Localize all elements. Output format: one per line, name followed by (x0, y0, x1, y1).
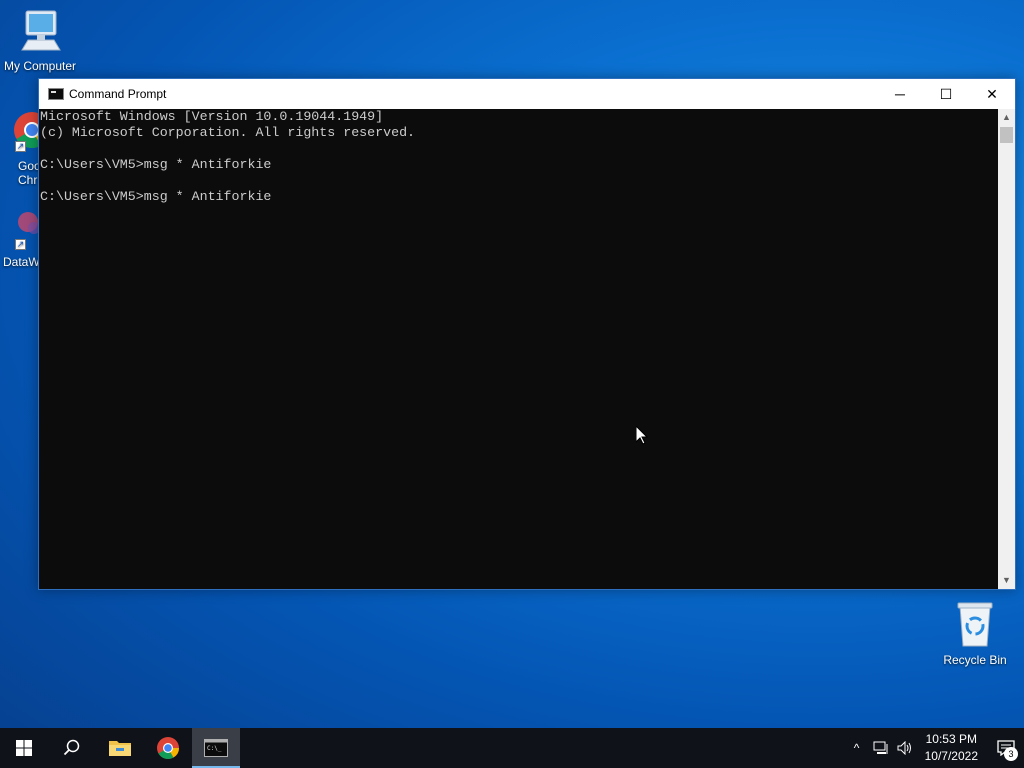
desktop-icon-label: Goo Chr (18, 159, 40, 187)
svg-text:C:\_: C:\_ (207, 745, 222, 752)
scroll-up-icon[interactable]: ▲ (998, 109, 1015, 126)
notification-count-badge: 3 (1004, 747, 1018, 761)
recycle-bin-icon (957, 602, 993, 647)
command-prompt-window[interactable]: Command Prompt ─ ☐ ✕ Microsoft Windows [… (38, 78, 1016, 590)
command-prompt-button[interactable]: C:\_ (192, 728, 240, 768)
network-icon[interactable] (869, 728, 893, 768)
chrome-button[interactable] (144, 728, 192, 768)
search-button[interactable] (48, 728, 96, 768)
console-output[interactable]: Microsoft Windows [Version 10.0.19044.19… (39, 109, 999, 589)
clock-time: 10:53 PM (925, 732, 977, 746)
console-line: C:\Users\VM5>msg * Antiforkie (40, 189, 272, 204)
shortcut-arrow-icon: ↗ (15, 239, 26, 250)
desktop-icon-label: Recycle Bin (943, 653, 1007, 667)
action-center-button[interactable]: 3 (988, 728, 1024, 768)
mouse-cursor-icon (636, 426, 648, 445)
windows-logo-icon (16, 740, 32, 756)
shortcut-arrow-icon: ↗ (15, 141, 26, 152)
console-line: Microsoft Windows [Version 10.0.19044.19… (40, 109, 384, 124)
console-line: C:\Users\VM5>msg * Antiforkie (40, 157, 272, 172)
window-titlebar[interactable]: Command Prompt ─ ☐ ✕ (39, 79, 1015, 109)
desktop-icon-dataw[interactable]: ↗ DataW (0, 208, 40, 269)
scroll-down-icon[interactable]: ▼ (998, 572, 1015, 589)
search-icon (63, 739, 80, 756)
scrollbar-thumb[interactable] (1000, 127, 1013, 143)
computer-icon (21, 10, 61, 51)
window-title: Command Prompt (69, 87, 167, 101)
desktop-icon-google-chrome[interactable]: ↗ Goo Chr (0, 108, 40, 187)
vertical-scrollbar[interactable]: ▲ ▼ (998, 109, 1015, 589)
volume-icon[interactable] (893, 728, 917, 768)
clock-date: 10/7/2022 (924, 749, 978, 763)
cmd-icon (48, 88, 64, 100)
folder-icon (109, 741, 131, 756)
system-tray: ^ 10:53 PM 10/7/2022 3 (845, 728, 1024, 768)
desktop-icon-recycle-bin[interactable]: Recycle Bin (935, 600, 1015, 667)
taskbar: C:\_ ^ 10:53 PM 10/7/2022 3 (0, 728, 1024, 768)
maximize-button[interactable]: ☐ (923, 79, 969, 109)
start-button[interactable] (0, 728, 48, 768)
desktop-icon-label: My Computer (3, 59, 77, 73)
desktop-icon-label: DataW (3, 255, 40, 269)
chrome-icon (157, 737, 179, 759)
desktop-icon-my-computer[interactable]: My Computer (0, 8, 80, 73)
show-hidden-icons-button[interactable]: ^ (845, 728, 869, 768)
minimize-button[interactable]: ─ (877, 79, 923, 109)
file-explorer-button[interactable] (96, 728, 144, 768)
console-line: (c) Microsoft Corporation. All rights re… (40, 125, 416, 140)
taskbar-clock[interactable]: 10:53 PM 10/7/2022 (917, 731, 988, 765)
close-button[interactable]: ✕ (969, 79, 1015, 109)
cmd-icon: C:\_ (204, 739, 228, 757)
window-controls: ─ ☐ ✕ (877, 79, 1015, 109)
